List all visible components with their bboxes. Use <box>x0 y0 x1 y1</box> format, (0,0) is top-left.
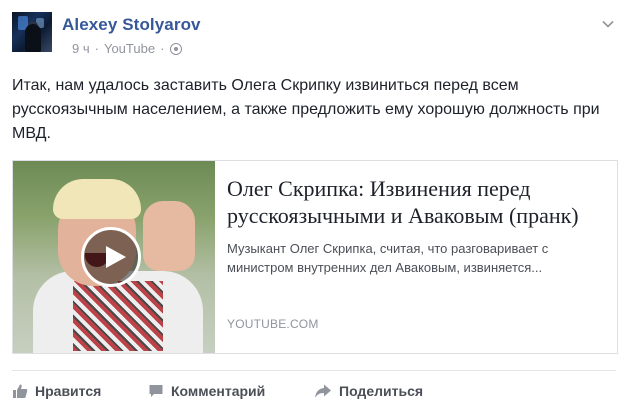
play-icon[interactable] <box>81 227 141 287</box>
link-description: Музыкант Олег Скрипка, считая, что разго… <box>227 241 549 275</box>
share-arrow-icon <box>315 384 331 398</box>
comment-label: Комментарий <box>171 383 266 399</box>
like-label: Нравится <box>35 383 102 399</box>
post-timestamp[interactable]: 9 ч <box>72 41 90 56</box>
meta-separator: · <box>94 41 99 56</box>
meta-separator: · <box>160 41 165 56</box>
link-title[interactable]: Олег Скрипка: Извинения перед русскоязыч… <box>227 175 607 229</box>
comment-icon <box>149 385 163 397</box>
chevron-down-icon[interactable] <box>602 18 614 30</box>
post-meta: 9 ч · YouTube · <box>72 41 183 56</box>
author-avatar[interactable] <box>12 12 52 52</box>
author-name-link[interactable]: Alexey Stolyarov <box>62 15 201 35</box>
globe-icon[interactable] <box>170 42 183 55</box>
feed-post: Alexey Stolyarov 9 ч · YouTube · Итак, н… <box>0 0 628 415</box>
post-text: Итак, нам удалось заставить Олега Скрипк… <box>12 77 600 142</box>
like-button[interactable]: Нравится <box>12 383 101 399</box>
link-preview-card[interactable]: Олег Скрипка: Извинения перед русскоязыч… <box>12 160 618 354</box>
thumbs-up-icon <box>13 384 28 398</box>
share-button[interactable]: Поделиться <box>314 383 423 399</box>
post-actions-bar: Нравится Комментарий Поделиться <box>12 370 616 413</box>
share-label: Поделиться <box>339 383 424 399</box>
comment-button[interactable]: Комментарий <box>148 383 265 399</box>
link-domain: YOUTUBE.COM <box>227 317 319 331</box>
video-thumbnail[interactable] <box>13 161 215 353</box>
post-source[interactable]: YouTube <box>104 41 155 56</box>
